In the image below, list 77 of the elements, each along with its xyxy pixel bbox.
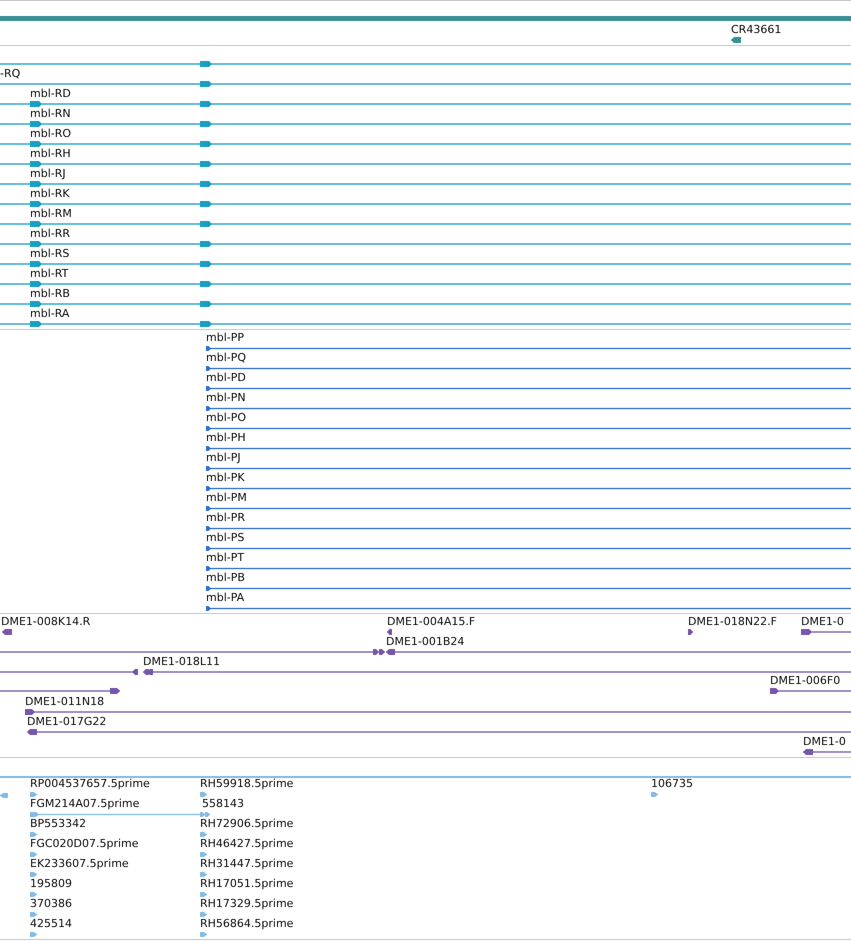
feature-label: RH31447.5prime <box>200 857 294 870</box>
feature-label: mbl-RT <box>30 267 68 280</box>
feature-label: RH59918.5prime <box>200 777 294 790</box>
clone-glyph <box>688 629 693 635</box>
feature-label: DME1-011N18 <box>25 695 104 708</box>
est-glyph <box>30 852 37 856</box>
feature-label: DME1-0 <box>801 615 844 628</box>
feature-label: mbl-RN <box>30 107 71 120</box>
feature-label: RH17329.5prime <box>200 897 294 910</box>
feature-label: RH56864.5prime <box>200 917 294 930</box>
feature-label: DME1-0 <box>803 735 846 748</box>
feature-label: mbl-PN <box>206 391 246 404</box>
feature-label: DME1-018L11 <box>143 655 220 668</box>
feature-label: mbl-PB <box>206 571 245 584</box>
est-glyph <box>30 892 37 896</box>
feature-label: 106735 <box>651 777 693 790</box>
feature-label: mbl-PA <box>206 591 244 604</box>
feature-label: 370386 <box>30 897 72 910</box>
feature-label: mbl-RJ <box>30 167 66 180</box>
clone-glyph <box>2 629 12 635</box>
feature-label: mbl-RM <box>30 207 72 220</box>
feature-label: mbl-RD <box>30 87 71 100</box>
feature-label: mbl-RB <box>30 287 70 300</box>
feature-label: mbl-PH <box>206 431 246 444</box>
feature-label: mbl-PJ <box>206 451 241 464</box>
feature-label: mbl-RS <box>30 247 70 260</box>
feature-label: 425514 <box>30 917 72 930</box>
feature-label: -RQ <box>0 67 20 80</box>
clone-glyph <box>803 749 851 755</box>
feature-label: mbl-RK <box>30 187 70 200</box>
feature-label: mbl-PT <box>206 551 244 564</box>
feature-label: mbl-RO <box>30 127 72 140</box>
feature-label: mbl-PP <box>206 331 244 344</box>
est-glyph <box>30 912 37 916</box>
feature-label: BP553342 <box>30 817 86 830</box>
feature-label: mbl-PR <box>206 511 245 524</box>
feature-label: DME1-006F0 <box>770 674 840 687</box>
feature-label: mbl-PO <box>206 411 246 424</box>
feature-label: mbl-RH <box>30 147 71 160</box>
est-glyph <box>200 892 207 896</box>
est-glyph <box>30 832 37 836</box>
est-glyph <box>200 872 207 876</box>
clone-glyph <box>801 629 851 635</box>
feature-label: DME1-001B24 <box>386 635 464 648</box>
feature-label: FGC020D07.5prime <box>30 837 139 850</box>
gene-glyph <box>731 37 741 43</box>
feature-label: mbl-RA <box>30 307 70 320</box>
feature-label: mbl-PM <box>206 491 247 504</box>
feature-label: CR43661 <box>731 23 782 36</box>
feature-label: mbl-PQ <box>206 351 246 364</box>
est-glyph <box>200 932 207 936</box>
feature-label: DME1-018N22.F <box>688 615 777 628</box>
feature-label: FGM214A07.5prime <box>30 797 140 810</box>
est-glyph <box>30 932 37 936</box>
est-glyph <box>200 912 207 916</box>
est-glyph <box>200 832 207 836</box>
est-glyph <box>651 792 658 796</box>
feature-label: RP004537657.5prime <box>30 777 150 790</box>
clone-glyph <box>387 629 392 635</box>
est-glyph <box>200 792 207 796</box>
feature-label: mbl-PS <box>206 531 244 544</box>
feature-label: mbl-PK <box>206 471 245 484</box>
feature-label: DME1-004A15.F <box>387 615 476 628</box>
est-glyph <box>30 872 37 876</box>
est-glyph <box>200 852 207 856</box>
feature-label: EK233607.5prime <box>30 857 129 870</box>
feature-label: RH17051.5prime <box>200 877 294 890</box>
est-glyph <box>0 792 8 798</box>
feature-label: RH72906.5prime <box>200 817 294 830</box>
feature-label: mbl-PD <box>206 371 246 384</box>
feature-label: DME1-008K14.R <box>1 615 90 628</box>
feature-label: 195809 <box>30 877 72 890</box>
feature-label: mbl-RR <box>30 227 70 240</box>
feature-label: DME1-017G22 <box>27 715 106 728</box>
feature-label: 558143 <box>202 797 244 810</box>
feature-label: RH46427.5prime <box>200 837 294 850</box>
est-glyph <box>30 792 37 796</box>
